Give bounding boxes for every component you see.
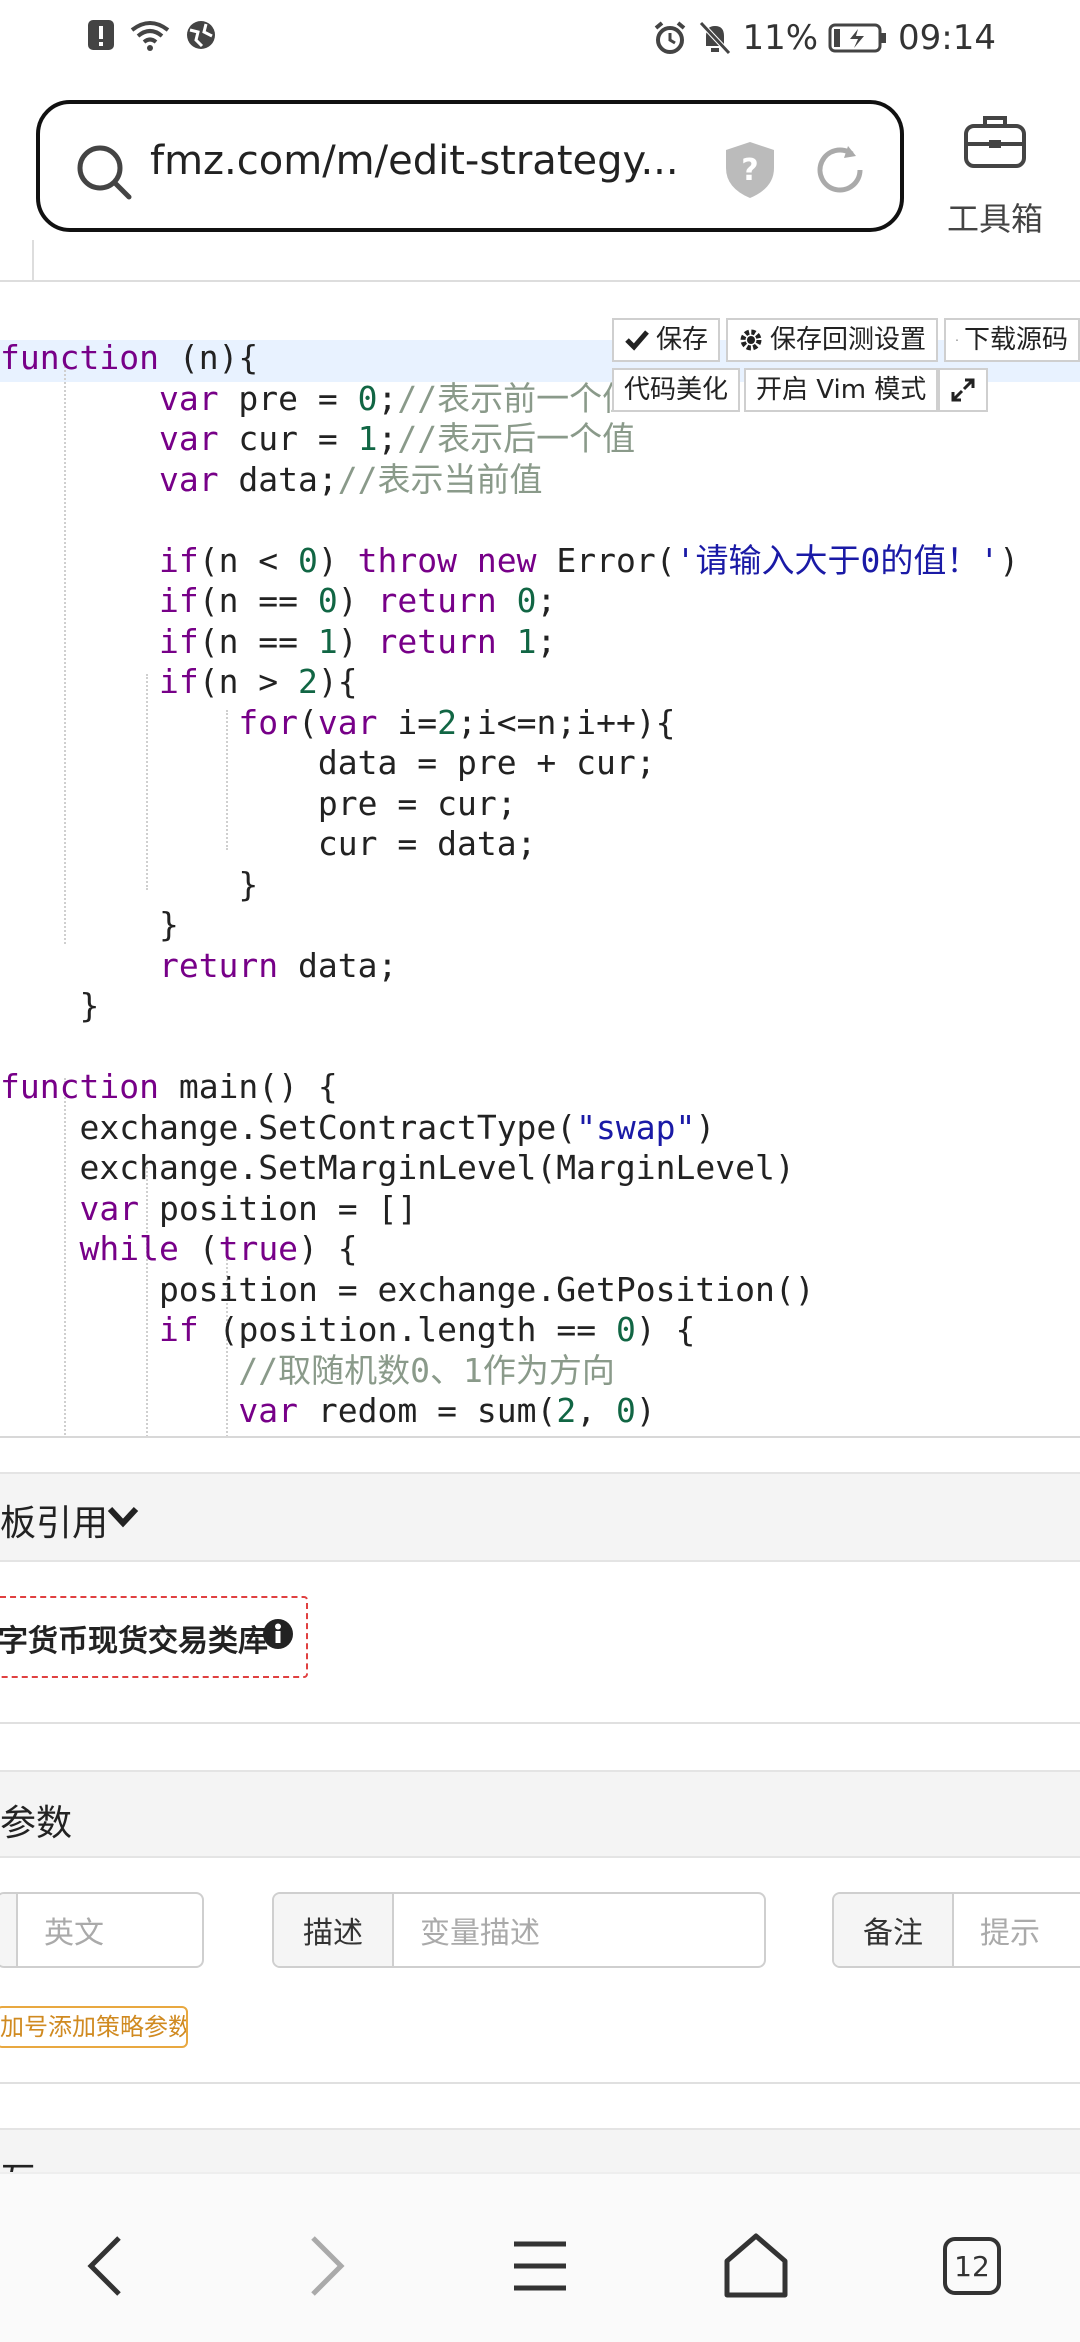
vim-label: 开启 Vim 模式	[756, 375, 927, 405]
template-section-title: 板引用	[0, 1503, 109, 1544]
clock: 09:14	[898, 18, 996, 58]
save-label: 保存	[656, 325, 709, 355]
code-line-15: }	[0, 905, 179, 944]
code-line-1: function (n){	[0, 338, 259, 377]
code-line-4: var data;//表示当前值	[158, 460, 543, 499]
code-line-6: if(n < 0) throw new Error('请输入大于0的值！')	[158, 541, 1020, 580]
tabs-button[interactable]: 12	[922, 2226, 1022, 2306]
menu-button[interactable]	[490, 2226, 590, 2306]
editor-frame-left	[32, 240, 34, 282]
url-text[interactable]: fmz.com/m/edit-strategy...	[150, 138, 679, 184]
status-bar: 11% 09:14	[0, 0, 1080, 84]
info-icon[interactable]	[262, 1618, 294, 1650]
browser-bottom-nav: 12	[0, 2172, 1080, 2342]
code-line-26: //取随机数0、1作为方向	[238, 1351, 615, 1390]
expand-icon	[951, 378, 975, 402]
battery-percent: 11%	[742, 18, 819, 58]
code-line-8: if(n == 1) return 1;	[158, 622, 557, 661]
code-line-12: pre = cur;	[0, 784, 517, 823]
home-icon	[724, 2233, 788, 2298]
vim-mode-button[interactable]: 开启 Vim 模式	[744, 368, 939, 412]
add-param-button[interactable]: 加号添加策略参数	[0, 2006, 188, 2048]
battery-charging-icon	[828, 23, 887, 53]
param-name-input[interactable]: 英文	[18, 1894, 202, 1966]
back-arrow-icon	[87, 2236, 121, 2296]
code-line-19: function main() {	[0, 1067, 338, 1106]
param-name-input-group[interactable]: 英文	[0, 1892, 204, 1968]
code-line-11: data = pre + cur;	[0, 743, 656, 782]
wifi-icon	[130, 21, 170, 51]
shield-icon[interactable]: ?	[724, 140, 776, 200]
param-desc-input[interactable]: 变量描述	[394, 1894, 764, 1966]
save-backtest-label: 保存回测设置	[770, 325, 927, 355]
beautify-label: 代码美化	[624, 375, 729, 405]
back-button[interactable]	[56, 2226, 156, 2306]
download-label: 下载源码	[963, 325, 1068, 355]
code-line-24: position = exchange.GetPosition()	[0, 1270, 815, 1309]
code-line-13: cur = data;	[0, 824, 537, 863]
alarm-icon	[655, 21, 686, 54]
param-desc-addon: 描述	[274, 1894, 394, 1966]
code-editor[interactable]: function (n){ var pre = 0;//表示前一个值 var c…	[0, 318, 1080, 1436]
params-section-header[interactable]: 参数	[0, 1770, 1080, 1858]
code-line-3: var cur = 1;//表示后一个值	[158, 419, 636, 458]
reload-icon[interactable]	[812, 142, 868, 198]
svg-text:?: ?	[741, 153, 758, 188]
globe-icon	[187, 21, 215, 49]
forward-arrow-icon	[311, 2236, 345, 2296]
editor-frame-top	[0, 280, 1080, 282]
code-line-10: for(var i=2;i<=n;i++){	[238, 703, 676, 742]
param-desc-input-group[interactable]: 描述 变量描述	[272, 1892, 766, 1968]
code-line-21: exchange.SetMarginLevel(MarginLevel)	[0, 1148, 795, 1187]
code-line-14: }	[0, 865, 259, 904]
template-section-header[interactable]: 板引用	[0, 1472, 1080, 1562]
param-note-input[interactable]: 提示	[954, 1894, 1080, 1966]
forward-button[interactable]	[276, 2226, 376, 2306]
param-note-addon: 备注	[834, 1894, 954, 1966]
code-line-2: var pre = 0;//表示前一个值	[158, 379, 636, 418]
download-icon	[956, 339, 958, 341]
code-line-17: }	[0, 986, 100, 1025]
params-section-title: 参数	[0, 1803, 73, 1844]
toolbox-label: 工具箱	[946, 200, 1043, 238]
code-line-20: exchange.SetContractType("swap")	[0, 1108, 716, 1147]
download-source-button[interactable]: 下载源码	[944, 318, 1080, 362]
toolbox-icon	[964, 116, 1026, 168]
status-right: 11% 09:14	[652, 18, 996, 58]
save-button[interactable]: 保存	[612, 318, 721, 362]
status-left-icons	[86, 18, 218, 52]
chevron-down-icon	[107, 1506, 139, 1528]
alert-icon	[88, 20, 114, 50]
library-tag[interactable]: 字货币现货交易类库	[0, 1596, 308, 1678]
section-divider	[0, 2082, 1080, 2084]
tabs-count: 12	[943, 2237, 1001, 2295]
section-divider	[0, 1722, 1080, 1724]
editor-frame-bottom	[0, 1436, 1080, 1438]
code-line-16: return data;	[158, 946, 398, 985]
param-name-addon	[0, 1894, 18, 1966]
mute-bell-icon	[699, 21, 732, 55]
code-line-7: if(n == 0) return 0;	[158, 581, 557, 620]
home-button[interactable]	[706, 2226, 806, 2306]
param-note-input-group[interactable]: 备注 提示	[832, 1892, 1080, 1968]
menu-icon	[514, 2241, 566, 2291]
code-line-23: while (true) {	[79, 1229, 358, 1268]
code-line-25: if (position.length == 0) {	[158, 1310, 696, 1349]
check-icon	[625, 330, 649, 351]
code-line-27: var redom = sum(2, 0)	[238, 1391, 656, 1430]
fullscreen-button[interactable]	[938, 368, 988, 412]
code-line-22: var position = []	[79, 1189, 418, 1228]
save-backtest-button[interactable]: 保存回测设置	[726, 318, 939, 362]
gear-icon	[740, 329, 762, 351]
library-label: 字货币现货交易类库	[0, 1624, 268, 1659]
beautify-button[interactable]: 代码美化	[612, 368, 741, 412]
search-icon	[77, 145, 132, 200]
toolbox-button[interactable]: 工具箱	[940, 112, 1050, 238]
code-line-9: if(n > 2){	[158, 662, 358, 701]
